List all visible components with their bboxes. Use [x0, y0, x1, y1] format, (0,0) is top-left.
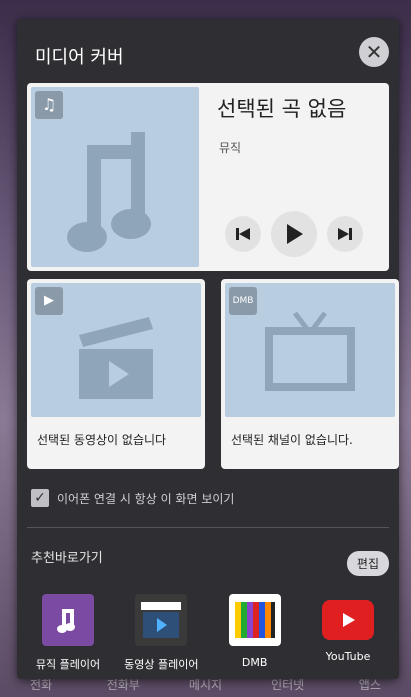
shortcut-video-player[interactable]: 동영상 플레이어: [118, 594, 204, 672]
music-app-icon: [42, 594, 94, 646]
media-cover-panel: 미디어 커버 ✕ ♫ 선택된 곡 없음 뮤직 ▶ 선택된 동영상이 없습니다 D…: [17, 19, 399, 679]
checkbox[interactable]: ✓: [31, 489, 49, 507]
song-title: 선택된 곡 없음: [217, 97, 347, 121]
video-tile[interactable]: ▶ 선택된 동영상이 없습니다: [27, 279, 205, 469]
dock-label: 앱스: [358, 678, 381, 692]
video-app-icon: [135, 594, 188, 646]
play-icon: [287, 224, 303, 244]
dmb-app-icon: [228, 594, 281, 646]
recommended-title: 추천바로가기: [31, 551, 103, 566]
dock-label: 전화: [30, 678, 53, 692]
clapperboard-icon: [79, 317, 153, 399]
previous-icon: [236, 228, 250, 240]
video-tile-label: 선택된 동영상이 없습니다: [37, 433, 167, 447]
music-note-icon: [67, 132, 151, 252]
next-button[interactable]: [327, 216, 363, 252]
close-icon[interactable]: ✕: [359, 37, 389, 67]
shortcut-label: DMB: [241, 656, 268, 669]
dock-label: 메시지: [188, 678, 223, 692]
dmb-tile[interactable]: DMB 선택된 채널이 없습니다.: [221, 279, 399, 469]
shortcut-music-player[interactable]: 뮤직 플레이어: [25, 594, 111, 672]
dmb-tile-label: 선택된 채널이 없습니다.: [231, 433, 353, 447]
earphone-option-label: 이어폰 연결 시 항상 이 화면 보이기: [57, 491, 235, 506]
earphone-option[interactable]: ✓ 이어폰 연결 시 항상 이 화면 보이기: [31, 489, 234, 507]
shortcut-label: 뮤직 플레이어: [35, 658, 101, 671]
shortcut-youtube[interactable]: YouTube: [305, 594, 391, 672]
video-artwork: ▶: [31, 283, 201, 417]
previous-button[interactable]: [225, 216, 261, 252]
dmb-artwork: DMB: [225, 283, 395, 417]
play-button[interactable]: [271, 211, 317, 257]
shortcut-dmb[interactable]: DMB: [212, 594, 298, 672]
music-card[interactable]: ♫ 선택된 곡 없음 뮤직: [27, 83, 389, 271]
dock-label: 인터넷: [271, 678, 305, 692]
shortcut-label: 동영상 플레이어: [124, 658, 199, 671]
divider: [27, 527, 389, 528]
youtube-icon: [321, 600, 374, 640]
song-subtitle: 뮤직: [219, 141, 242, 155]
dock-label: 전화부: [106, 678, 140, 692]
music-artwork: ♫: [31, 87, 199, 267]
next-icon: [338, 228, 352, 240]
edit-button[interactable]: 편집: [346, 551, 389, 576]
playback-controls: [225, 211, 363, 257]
shortcut-label: YouTube: [325, 650, 371, 663]
panel-title: 미디어 커버: [35, 47, 124, 68]
recommended-shortcuts: 뮤직 플레이어 동영상 플레이어 DMB YouTube: [25, 594, 391, 672]
tv-icon: [265, 311, 355, 391]
